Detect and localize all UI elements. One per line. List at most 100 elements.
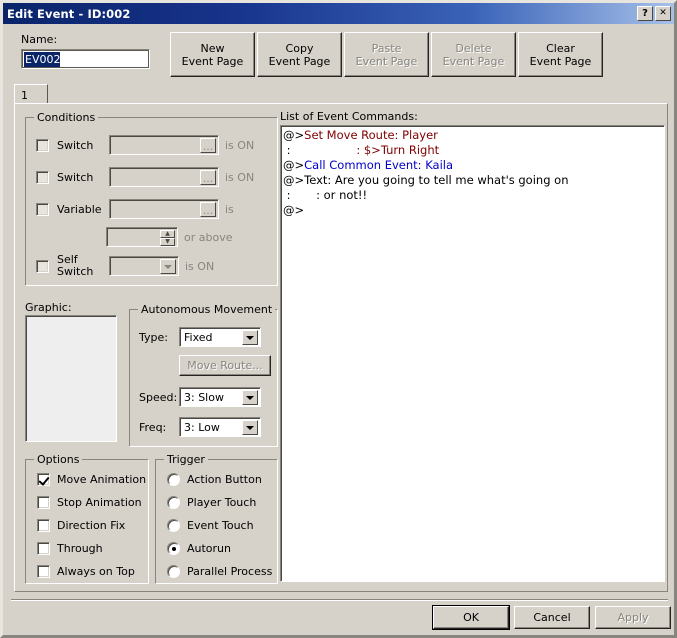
condition-switch-1-field[interactable]: … — [109, 135, 219, 155]
option-through[interactable]: Through — [37, 542, 103, 555]
condition-self-switch-row: Self Switch is ON — [36, 254, 214, 278]
option-direction-fix-checkbox[interactable] — [37, 519, 50, 532]
ok-button[interactable]: OK — [432, 605, 510, 630]
trigger-player-touch[interactable]: Player Touch — [167, 496, 256, 509]
trigger-event-touch-label: Event Touch — [187, 519, 254, 532]
window-title: Edit Event - ID:002 — [7, 6, 131, 21]
option-always-on-top-checkbox[interactable] — [37, 565, 50, 578]
option-always-on-top[interactable]: Always on Top — [37, 565, 135, 578]
chevron-down-icon[interactable] — [160, 259, 176, 274]
condition-switch-1-checkbox[interactable] — [36, 138, 49, 152]
condition-switch-2-browse-icon[interactable]: … — [200, 170, 216, 185]
close-icon[interactable]: ✕ — [655, 6, 671, 21]
clear-event-page-button[interactable]: Clear Event Page — [518, 32, 603, 77]
option-stop-animation-checkbox[interactable] — [37, 496, 50, 509]
command-line-text: Text: Are you going to tell me what's go… — [304, 173, 569, 187]
condition-variable-field[interactable]: … — [109, 199, 219, 219]
trigger-group: Trigger Action Button Player Touch Event… — [155, 453, 278, 584]
name-input-value: EV002 — [24, 51, 61, 67]
title-bar[interactable]: Edit Event - ID:002 ? ✕ — [3, 3, 674, 24]
trigger-parallel-process-radio[interactable] — [167, 565, 180, 578]
cancel-button-label: Cancel — [533, 611, 571, 624]
spinner-up-icon[interactable]: ▲ — [160, 230, 175, 238]
movement-speed-combo[interactable]: 3: Slow — [179, 387, 261, 407]
movement-freq-combo[interactable]: 3: Low — [179, 417, 261, 437]
chevron-down-icon[interactable] — [242, 390, 258, 405]
condition-switch-2-row: Switch … is ON — [36, 167, 254, 187]
graphic-section: Graphic: — [25, 301, 117, 442]
move-route-button-label: Move Route... — [187, 359, 263, 372]
condition-variable-amount-suffix: or above — [184, 230, 233, 244]
chevron-down-icon[interactable] — [242, 330, 258, 345]
option-move-animation[interactable]: Move Animation — [37, 473, 146, 486]
name-label: Name: — [21, 33, 58, 46]
trigger-autorun-label: Autorun — [187, 542, 232, 555]
condition-self-switch-combo[interactable] — [109, 256, 179, 276]
trigger-title: Trigger — [164, 453, 208, 466]
trigger-player-touch-radio[interactable] — [167, 496, 180, 509]
help-icon[interactable]: ? — [637, 6, 653, 21]
copy-event-page-button[interactable]: Copy Event Page — [257, 32, 342, 77]
chevron-down-icon[interactable] — [242, 420, 258, 435]
cancel-button[interactable]: Cancel — [514, 606, 590, 629]
condition-switch-2-field[interactable]: … — [109, 167, 219, 187]
graphic-preview[interactable] — [25, 315, 117, 442]
command-line[interactable]: @>Set Move Route: Player — [283, 128, 664, 143]
option-stop-animation[interactable]: Stop Animation — [37, 496, 142, 509]
trigger-autorun[interactable]: Autorun — [167, 542, 231, 555]
new-event-page-line2: Event Page — [181, 54, 244, 68]
name-input[interactable]: EV002 — [21, 49, 150, 69]
condition-variable-checkbox[interactable] — [36, 202, 49, 216]
command-line[interactable]: @>Call Common Event: Kaila — [283, 158, 664, 173]
movement-speed-row: Speed: 3: Slow — [139, 387, 261, 407]
apply-button: Apply — [595, 606, 671, 629]
movement-type-combo[interactable]: Fixed — [179, 327, 261, 347]
ok-button-label: OK — [463, 611, 479, 624]
condition-switch-1-label: Switch — [57, 138, 94, 152]
option-direction-fix[interactable]: Direction Fix — [37, 519, 125, 532]
trigger-action-button[interactable]: Action Button — [167, 473, 262, 486]
command-list[interactable]: @>Set Move Route: Player : : $>Turn Righ… — [280, 125, 665, 582]
trigger-parallel-process[interactable]: Parallel Process — [167, 565, 272, 578]
movement-freq-value: 3: Low — [184, 420, 220, 434]
command-line[interactable]: : : $>Turn Right — [283, 143, 664, 158]
command-line-text: : or not!! — [294, 188, 368, 202]
condition-switch-2-checkbox[interactable] — [36, 170, 49, 184]
spinner-buttons[interactable]: ▲ ▼ — [160, 230, 175, 246]
delete-event-page-button: Delete Event Page — [431, 32, 516, 77]
footer-separator — [11, 599, 668, 601]
conditions-group: Conditions Switch … is ON Switch … is ON… — [25, 111, 278, 286]
condition-variable-suffix: is — [225, 202, 234, 216]
trigger-player-touch-label: Player Touch — [187, 496, 257, 509]
trigger-event-touch[interactable]: Event Touch — [167, 519, 254, 532]
new-event-page-button[interactable]: New Event Page — [170, 32, 255, 77]
condition-switch-1-browse-icon[interactable]: … — [200, 138, 216, 153]
command-line[interactable]: @> — [283, 203, 664, 218]
command-line[interactable]: : : or not!! — [283, 188, 664, 203]
paste-event-page-line2: Event Page — [355, 54, 418, 68]
command-line-prefix: @> — [283, 173, 305, 187]
condition-variable-amount-spinner[interactable]: ▲ ▼ — [106, 227, 178, 247]
clear-event-page-line2: Event Page — [529, 54, 592, 68]
spinner-down-icon[interactable]: ▼ — [160, 238, 175, 246]
trigger-event-touch-radio[interactable] — [167, 519, 180, 532]
option-move-animation-checkbox[interactable] — [37, 473, 50, 486]
command-line-prefix: : — [283, 188, 295, 202]
command-line-text: Call Common Event: Kaila — [304, 158, 454, 172]
condition-variable-browse-icon[interactable]: … — [200, 202, 216, 217]
condition-variable-label: Variable — [57, 202, 102, 216]
options-title: Options — [34, 453, 83, 466]
condition-switch-2-label: Switch — [57, 170, 94, 184]
options-group: Options Move Animation Stop Animation Di… — [25, 453, 149, 584]
copy-event-page-line2: Event Page — [268, 54, 331, 68]
title-bar-buttons: ? ✕ — [637, 6, 671, 21]
command-line[interactable]: @>Text: Are you going to tell me what's … — [283, 173, 664, 188]
delete-event-page-line2: Event Page — [442, 54, 505, 68]
condition-self-switch-checkbox[interactable] — [36, 259, 49, 273]
option-stop-animation-label: Stop Animation — [57, 496, 142, 509]
command-list-label: List of Event Commands: — [280, 110, 418, 123]
trigger-action-button-radio[interactable] — [167, 473, 180, 486]
option-through-checkbox[interactable] — [37, 542, 50, 555]
trigger-autorun-radio[interactable] — [167, 542, 180, 555]
movement-freq-row: Freq: 3: Low — [139, 417, 261, 437]
